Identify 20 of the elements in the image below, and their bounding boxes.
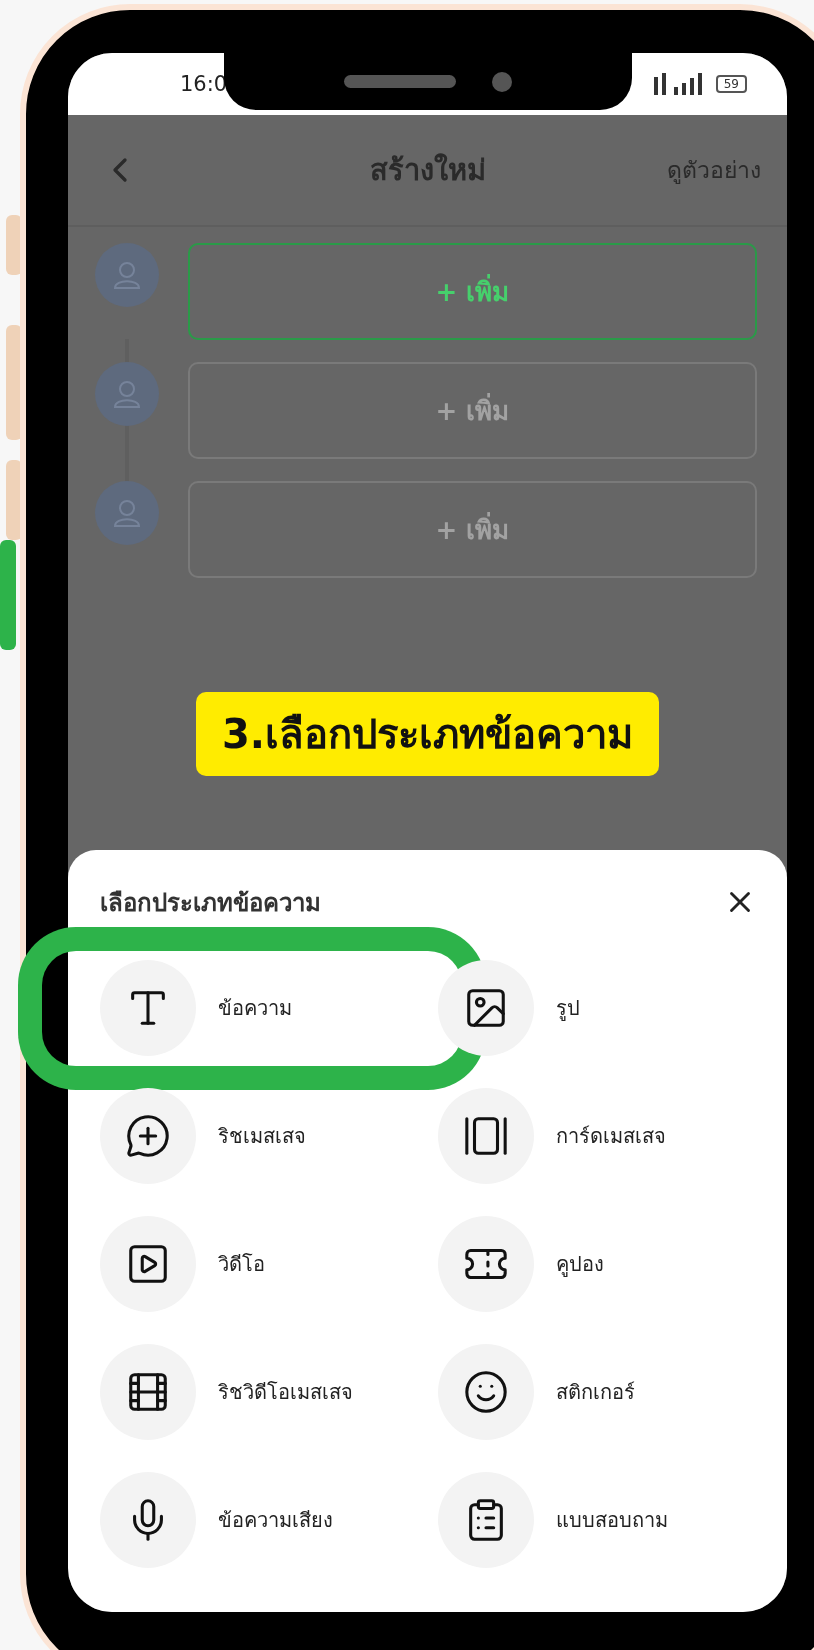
person-icon bbox=[112, 260, 142, 290]
person-icon bbox=[112, 498, 142, 528]
option-label[interactable]: ริชเมสเสจ bbox=[218, 1120, 306, 1152]
smile-icon bbox=[463, 1369, 509, 1415]
status-time: 16:0 bbox=[180, 72, 228, 96]
option-label[interactable]: ข้อความ bbox=[218, 992, 292, 1024]
option-label[interactable]: คูปอง bbox=[556, 1248, 604, 1280]
option-label[interactable]: วิดีโอ bbox=[218, 1248, 265, 1280]
sheet-title: เลือกประเภทข้อความ bbox=[100, 887, 321, 919]
chat-plus-icon bbox=[125, 1113, 171, 1159]
option-label[interactable]: การ์ดเมสเสจ bbox=[556, 1120, 666, 1152]
option-label[interactable]: รูป bbox=[556, 992, 580, 1024]
option-label[interactable]: ข้อความเสียง bbox=[218, 1504, 333, 1536]
battery-indicator: 59 bbox=[715, 75, 747, 93]
person-icon bbox=[112, 379, 142, 409]
step-callout: 3.เลือกประเภทข้อความ bbox=[196, 692, 659, 776]
option-label[interactable]: แบบสอบถาม bbox=[556, 1504, 668, 1536]
screen-title: สร้างใหม่ bbox=[369, 153, 486, 187]
option-label[interactable]: สติกเกอร์ bbox=[556, 1376, 635, 1408]
option-label[interactable]: ริชวิดีโอเมสเสจ bbox=[218, 1376, 353, 1408]
